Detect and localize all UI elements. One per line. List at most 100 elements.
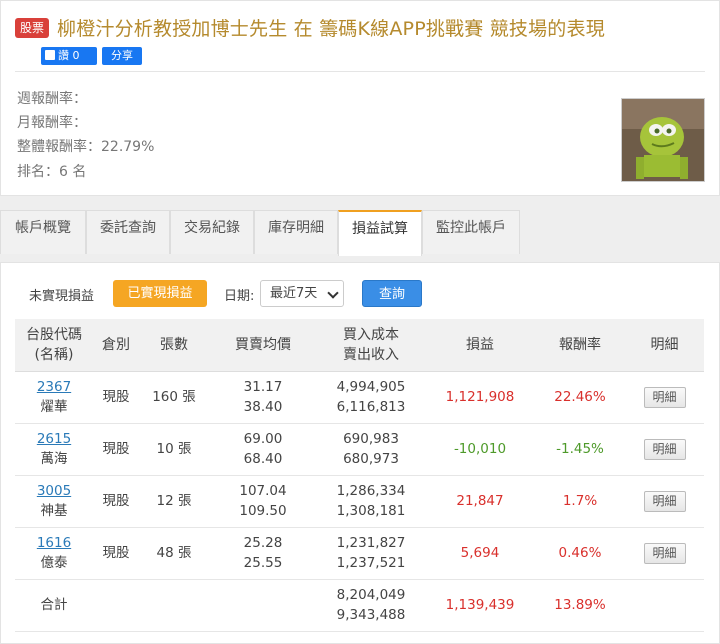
return-rate: 22.46% <box>535 371 625 424</box>
col-pnl: 損益 <box>425 319 535 372</box>
table-header-row: 台股代碼 (名稱) 倉別 張數 買賣均價 買入成本 賣出收入 損益 報酬率 明細 <box>15 319 704 372</box>
avg-price: 25.28 25.55 <box>209 527 317 580</box>
sell-income: 1,237,521 <box>336 555 406 571</box>
tab-trade-history[interactable]: 交易紀錄 <box>170 210 254 254</box>
date-label: 日期: <box>224 289 255 304</box>
date-range-value: 最近7天 <box>270 286 318 301</box>
buy-cost: 690,983 <box>343 431 399 447</box>
buy-cost: 1,286,334 <box>336 483 406 499</box>
stock-cell: 1616 億泰 <box>15 527 93 580</box>
col-code-label: 台股代碼 <box>26 326 82 343</box>
cost-income: 4,994,905 6,116,813 <box>317 371 425 424</box>
col-cost: 買入成本 賣出收入 <box>317 319 425 372</box>
table-row: 2615 萬海 現股 10 張 69.00 68.40 690,983 680,973… <box>15 423 704 476</box>
stock-cell: 2367 燿華 <box>15 371 93 424</box>
stock-code-link[interactable]: 2615 <box>37 431 71 447</box>
col-detail: 明細 <box>625 319 704 372</box>
avatar <box>621 98 705 182</box>
detail-cell: 明細 <box>625 371 704 424</box>
pnl-table: 台股代碼 (名稱) 倉別 張數 買賣均價 買入成本 賣出收入 損益 報酬率 明細 2… <box>15 319 704 632</box>
detail-button[interactable]: 明細 <box>643 542 686 564</box>
sell-price: 68.40 <box>243 451 283 467</box>
chevron-down-icon <box>327 287 339 299</box>
empty-cell <box>625 579 704 632</box>
position-type: 現股 <box>93 423 139 476</box>
col-code-sublabel: (名稱) <box>34 346 74 363</box>
detail-cell: 明細 <box>625 527 704 580</box>
position-type: 現股 <box>93 475 139 528</box>
return-rate: 0.46% <box>535 527 625 580</box>
stock-cell: 3005 神基 <box>15 475 93 528</box>
realized-pnl-toggle[interactable]: 已實現損益 <box>113 280 207 307</box>
rank: 排名：6 名 <box>17 164 87 180</box>
col-code: 台股代碼 (名稱) <box>15 319 93 372</box>
quantity: 48 張 <box>139 527 209 580</box>
stock-code-link[interactable]: 2367 <box>37 379 71 395</box>
stock-name: 萬海 <box>40 451 68 467</box>
monthly-return: 月報酬率： <box>17 115 87 131</box>
buy-price: 69.00 <box>243 431 283 447</box>
empty-cell <box>139 579 209 632</box>
avg-price: 107.04 109.50 <box>209 475 317 528</box>
stock-name: 燿華 <box>40 399 68 415</box>
stock-code-link[interactable]: 3005 <box>37 483 71 499</box>
facebook-like-button[interactable]: 讚 0 <box>41 47 97 65</box>
detail-button[interactable]: 明細 <box>643 386 686 408</box>
tab-order-query[interactable]: 委託查詢 <box>86 210 170 254</box>
page-title: 柳橙汁分析教授加博士先生 在 籌碼K線APP挑戰賽 競技場的表現 <box>57 18 605 40</box>
sell-income: 6,116,813 <box>336 399 406 415</box>
stock-name: 神基 <box>40 503 68 519</box>
col-qty: 張數 <box>139 319 209 372</box>
sell-income: 1,308,181 <box>336 503 406 519</box>
pnl-value: 1,121,908 <box>425 371 535 424</box>
tab-pnl-calc[interactable]: 損益試算 <box>338 210 422 256</box>
position-type: 現股 <box>93 527 139 580</box>
detail-button[interactable]: 明細 <box>643 438 686 460</box>
col-price: 買賣均價 <box>209 319 317 372</box>
date-range-select[interactable]: 最近7天 <box>260 280 344 307</box>
tab-monitor-account[interactable]: 監控此帳戶 <box>422 210 520 254</box>
sell-price: 25.55 <box>243 555 283 571</box>
detail-cell: 明細 <box>625 475 704 528</box>
empty-cell <box>93 579 139 632</box>
total-pnl: 1,139,439 <box>425 579 535 632</box>
total-cost: 8,204,049 <box>336 587 406 603</box>
return-rate: -1.45% <box>535 423 625 476</box>
quantity: 12 張 <box>139 475 209 528</box>
stock-code-link[interactable]: 1616 <box>37 535 71 551</box>
col-cost-sublabel: 賣出收入 <box>343 346 399 363</box>
pnl-value: 21,847 <box>425 475 535 528</box>
avg-price: 31.17 38.40 <box>209 371 317 424</box>
quantity: 10 張 <box>139 423 209 476</box>
total-rate: 13.89% <box>535 579 625 632</box>
detail-cell: 明細 <box>625 423 704 476</box>
pnl-panel: 未實現損益 已實現損益 日期: 最近7天 查詢 台股代碼 (名稱) 倉別 張數 買… <box>0 262 720 644</box>
return-rate: 1.7% <box>535 475 625 528</box>
detail-button[interactable]: 明細 <box>643 490 686 512</box>
thumbs-up-icon <box>45 50 55 60</box>
total-row: 合計 8,204,049 9,343,488 1,139,439 13.89% <box>15 579 704 632</box>
buy-price: 107.04 <box>239 483 287 499</box>
stock-name: 億泰 <box>40 555 68 571</box>
total-income: 9,343,488 <box>336 607 406 623</box>
empty-cell <box>209 579 317 632</box>
query-button[interactable]: 查詢 <box>362 280 422 307</box>
facebook-share-button[interactable]: 分享 <box>102 47 142 65</box>
buy-price: 31.17 <box>243 379 283 395</box>
stock-tag: 股票 <box>15 18 49 38</box>
table-row: 1616 億泰 現股 48 張 25.28 25.55 1,231,827 1,237… <box>15 527 704 580</box>
tab-inventory[interactable]: 庫存明細 <box>254 210 338 254</box>
cost-income: 1,286,334 1,308,181 <box>317 475 425 528</box>
col-rate: 報酬率 <box>535 319 625 372</box>
total-label: 合計 <box>15 579 93 632</box>
quantity: 160 張 <box>139 371 209 424</box>
position-type: 現股 <box>93 371 139 424</box>
buy-cost: 4,994,905 <box>336 379 406 395</box>
overall-return: 整體報酬率：22.79% <box>17 139 155 155</box>
sell-price: 38.40 <box>243 399 283 415</box>
tab-account-overview[interactable]: 帳戶概覽 <box>0 210 86 254</box>
avatar-image <box>622 99 704 181</box>
sell-price: 109.50 <box>239 503 287 519</box>
pnl-value: -10,010 <box>425 423 535 476</box>
unrealized-pnl-toggle[interactable]: 未實現損益 <box>29 285 94 304</box>
